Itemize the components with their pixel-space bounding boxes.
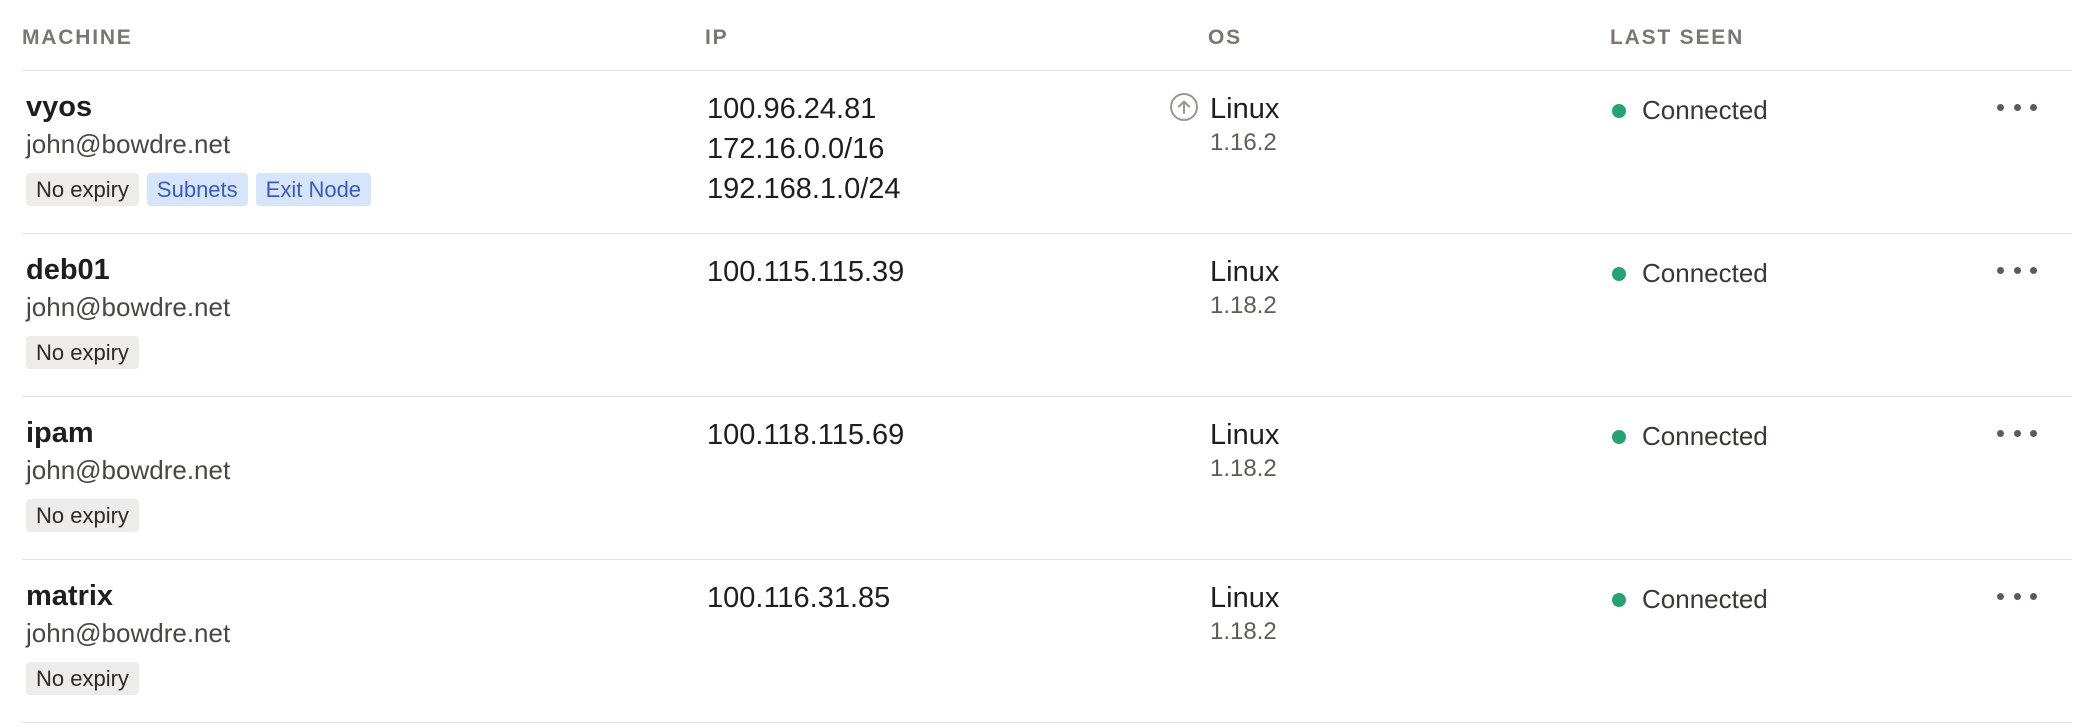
machine-owner: john@bowdre.net — [26, 455, 231, 485]
os-name: Linux — [1210, 93, 1280, 125]
column-header-ip[interactable]: IP — [705, 26, 728, 50]
ip-list: 100.116.31.85 — [707, 578, 890, 618]
os-version: 1.18.2 — [1210, 455, 1277, 482]
table-row[interactable]: vyos john@bowdre.net No expiry Subnets E… — [22, 71, 2072, 234]
more-menu-icon[interactable] — [1997, 95, 2037, 119]
machine-tags: No expiry — [26, 499, 139, 532]
os-name: Linux — [1210, 582, 1280, 614]
column-header-last-seen[interactable]: LAST SEEN — [1610, 26, 1744, 50]
table-row[interactable]: matrix john@bowdre.net No expiry 100.116… — [22, 560, 2072, 723]
status-text: Connected — [1642, 258, 1768, 288]
more-menu-icon[interactable] — [1997, 584, 2037, 608]
machine-tags: No expiry — [26, 336, 139, 369]
ip-address[interactable]: 100.116.31.85 — [707, 578, 890, 618]
status-text: Connected — [1642, 421, 1768, 451]
os-info: Linux 1.18.2 — [1210, 254, 1279, 320]
ip-address[interactable]: 100.118.115.69 — [707, 415, 904, 455]
column-header-os[interactable]: OS — [1208, 26, 1242, 50]
os-info: Linux 1.18.2 — [1210, 417, 1279, 483]
tag-no-expiry: No expiry — [26, 499, 139, 532]
more-menu-icon[interactable] — [1997, 258, 2037, 282]
tag-no-expiry: No expiry — [26, 173, 139, 206]
os-name: Linux — [1210, 419, 1280, 451]
ip-list: 100.115.115.39 — [707, 252, 904, 292]
os-version: 1.18.2 — [1210, 618, 1277, 645]
machine-name[interactable]: vyos — [26, 91, 92, 124]
os-version: 1.18.2 — [1210, 292, 1277, 319]
ip-subnet[interactable]: 192.168.1.0/24 — [707, 169, 901, 209]
status-text: Connected — [1642, 584, 1768, 614]
table-row[interactable]: deb01 john@bowdre.net No expiry 100.115.… — [22, 234, 2072, 397]
machine-owner: john@bowdre.net — [26, 129, 231, 159]
ip-subnet[interactable]: 172.16.0.0/16 — [707, 129, 901, 169]
ip-list: 100.118.115.69 — [707, 415, 904, 455]
machine-owner: john@bowdre.net — [26, 618, 231, 648]
connected-status-icon — [1612, 103, 1626, 118]
status-text: Connected — [1642, 95, 1768, 125]
status: Connected — [1612, 95, 1768, 126]
os-name: Linux — [1210, 256, 1280, 288]
status: Connected — [1612, 421, 1768, 452]
machine-name[interactable]: ipam — [26, 417, 94, 450]
machine-name[interactable]: deb01 — [26, 254, 110, 287]
os-info: Linux 1.16.2 — [1210, 91, 1279, 157]
machine-owner: john@bowdre.net — [26, 292, 231, 322]
machine-name[interactable]: matrix — [26, 580, 113, 613]
column-header-machine[interactable]: MACHINE — [22, 26, 133, 50]
tag-no-expiry: No expiry — [26, 336, 139, 369]
tag-exit-node[interactable]: Exit Node — [255, 173, 372, 206]
table-header: MACHINE IP OS LAST SEEN — [22, 0, 2072, 71]
tag-no-expiry: No expiry — [26, 662, 139, 695]
machine-tags: No expiry Subnets Exit Node — [26, 173, 372, 206]
connected-status-icon — [1612, 429, 1626, 444]
os-info: Linux 1.18.2 — [1210, 580, 1279, 646]
more-menu-icon[interactable] — [1997, 421, 2037, 445]
ip-address[interactable]: 100.115.115.39 — [707, 252, 904, 292]
machines-table: MACHINE IP OS LAST SEEN vyos john@bowdre… — [22, 0, 2072, 723]
machine-tags: No expiry — [26, 662, 139, 695]
ip-list: 100.96.24.81 172.16.0.0/16 192.168.1.0/2… — [707, 89, 901, 209]
status: Connected — [1612, 584, 1768, 615]
status: Connected — [1612, 258, 1768, 289]
os-version: 1.16.2 — [1210, 129, 1277, 156]
connected-status-icon — [1612, 266, 1626, 281]
connected-status-icon — [1612, 592, 1626, 607]
tag-subnets[interactable]: Subnets — [146, 173, 248, 206]
table-row[interactable]: ipam john@bowdre.net No expiry 100.118.1… — [22, 397, 2072, 560]
arrow-up-circle-icon[interactable] — [1170, 93, 1198, 121]
ip-address[interactable]: 100.96.24.81 — [707, 89, 901, 129]
